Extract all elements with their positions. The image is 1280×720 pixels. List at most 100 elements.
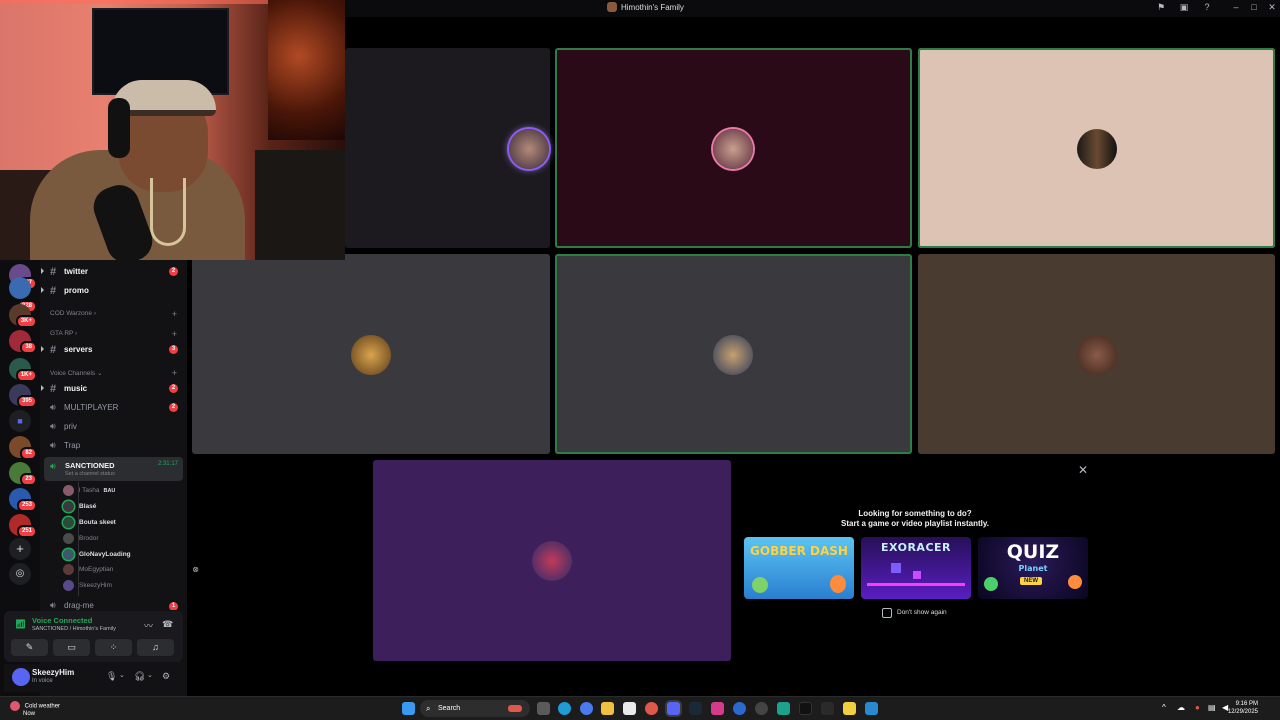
discord-icon[interactable] — [667, 702, 680, 715]
category-cod-warzone[interactable]: COD Warzone › + — [50, 309, 183, 319]
copilot-icon[interactable] — [580, 702, 593, 715]
close-icon[interactable]: ✕ — [1078, 463, 1088, 477]
chatgpt-icon[interactable] — [755, 702, 768, 715]
dont-show-again-checkbox[interactable] — [882, 608, 892, 618]
system-clock[interactable]: 9:16 PM 12/29/2025 — [1228, 700, 1258, 716]
camera-button[interactable]: ✎ — [11, 639, 48, 656]
server-icon-3[interactable]: 3K+ — [9, 304, 37, 328]
noise-suppression-icon[interactable]: 〰 — [144, 619, 153, 632]
voice-user[interactable]: GloNavyLoading — [63, 547, 131, 562]
participant-avatar — [509, 129, 549, 169]
video-tile-7[interactable] — [373, 460, 731, 661]
steam-icon[interactable] — [689, 702, 702, 715]
weather-widget[interactable]: Cold weather Now — [10, 701, 60, 717]
chrome-icon[interactable] — [645, 702, 658, 715]
video-tile-5[interactable] — [555, 254, 912, 454]
game-card-gobber-dash[interactable]: GOBBER DASH — [744, 537, 854, 599]
tiktok-icon[interactable] — [799, 702, 812, 715]
category-gta-rp[interactable]: GTA RP › + — [50, 329, 183, 339]
video-tile-6[interactable] — [918, 254, 1275, 454]
app-icon-gray[interactable] — [821, 702, 834, 715]
voice-status-title[interactable]: Voice Connected — [32, 616, 92, 625]
server-icon-10[interactable]: 251 — [9, 514, 37, 538]
add-server-icon[interactable]: + — [9, 538, 31, 560]
start-icon[interactable] — [402, 702, 415, 715]
screenshare-button[interactable]: ▭ — [53, 639, 90, 656]
soundboard-button[interactable]: ♫ — [137, 639, 174, 656]
gear-icon[interactable]: ⚙ — [162, 671, 170, 682]
activity-subheading: Start a game or video playlist instantly… — [841, 519, 989, 528]
add-channel-icon[interactable]: + — [172, 368, 177, 378]
video-tile-4[interactable] — [192, 254, 550, 454]
voice-channel-multiplayer[interactable]: 🔊︎ MULTIPLAYER 2 — [44, 399, 183, 416]
app-icon-light-blue[interactable] — [865, 702, 878, 715]
chevron-down-icon[interactable]: ⌄ — [119, 671, 125, 679]
server-icon-4[interactable]: 38 — [9, 330, 37, 354]
instagram-icon[interactable] — [711, 702, 724, 715]
file-explorer-icon[interactable] — [601, 702, 614, 715]
mic-tray-icon[interactable]: ● — [1195, 703, 1200, 712]
game-card-exoracer[interactable]: EXORACER — [861, 537, 971, 599]
video-tile-2[interactable] — [555, 48, 912, 248]
chevron-up-icon[interactable]: ^ — [1162, 703, 1166, 712]
app-icon-blue[interactable] — [733, 702, 746, 715]
username[interactable]: SkeezyHim — [32, 668, 74, 677]
add-channel-icon[interactable]: + — [172, 309, 177, 319]
channel-promo[interactable]: # promo — [41, 282, 183, 299]
maximize-button[interactable]: □ — [1247, 2, 1261, 12]
server-icon-6[interactable]: 395 — [9, 384, 37, 408]
network-icon[interactable]: ▤ — [1208, 703, 1216, 712]
server-icon-8[interactable]: 23 — [9, 462, 37, 486]
edge-icon[interactable] — [558, 702, 571, 715]
game-character — [830, 575, 846, 593]
channel-twitter[interactable]: # twitter 2 — [41, 263, 183, 280]
voice-user[interactable]: SkeezyHim — [63, 578, 112, 593]
avatar — [63, 549, 74, 560]
server-icon — [607, 2, 617, 12]
server-icon-2[interactable]: 828 — [9, 277, 37, 313]
close-window-button[interactable]: ✕ — [1265, 2, 1279, 13]
participant-avatar — [532, 541, 572, 581]
channel-servers[interactable]: # servers 3 — [41, 341, 183, 358]
weather-title: Cold weather — [24, 703, 61, 710]
window-title: Himothin's Family — [607, 2, 684, 12]
server-icon-7[interactable]: 82 — [9, 436, 37, 460]
game-card-quiz-planet[interactable]: QUIZ Planet NEW — [978, 537, 1088, 599]
app-icon-teal[interactable] — [777, 702, 790, 715]
chevron-down-icon[interactable]: ⌄ — [147, 671, 153, 679]
server-icon-9[interactable]: 253 — [9, 488, 37, 512]
set-channel-status[interactable]: Set a channel status — [65, 471, 115, 477]
cloud-icon[interactable]: ☁ — [1177, 703, 1185, 712]
sticky-notes-icon[interactable] — [843, 702, 856, 715]
voice-status-subtitle[interactable]: SANCTIONED / Himothin's Family — [32, 626, 116, 632]
microphone-icon[interactable]: 🎙︎ — [106, 671, 117, 682]
add-channel-icon[interactable]: + — [172, 329, 177, 339]
voice-user[interactable]: Blasé — [63, 499, 96, 514]
disconnect-icon[interactable]: ☎ — [162, 619, 173, 630]
help-icon[interactable]: ? — [1200, 2, 1214, 12]
store-icon[interactable] — [623, 702, 636, 715]
channel-music[interactable]: # music 2 — [41, 380, 183, 397]
category-voice-channels[interactable]: Voice Channels ⌄ + — [50, 368, 183, 378]
minimize-button[interactable]: – — [1229, 2, 1243, 12]
video-tile-1[interactable] — [345, 48, 550, 248]
voice-user[interactable]: l Tasha BAU — [63, 483, 115, 498]
inbox-icon[interactable]: ▣ — [1177, 2, 1191, 13]
voice-channel-drag-me[interactable]: 🔊︎ drag-me 1 — [44, 600, 183, 610]
avatar[interactable] — [12, 668, 30, 686]
taskbar-search[interactable]: ⌕ Search — [420, 700, 530, 717]
voice-channel-trap[interactable]: 🔊︎ Trap — [44, 437, 183, 454]
video-tile-3[interactable] — [918, 48, 1275, 248]
voice-user[interactable]: Brodor — [63, 531, 99, 546]
flag-icon[interactable]: ⚑ — [1154, 2, 1168, 13]
headphones-icon[interactable]: 🎧︎ — [134, 671, 145, 682]
task-view-icon[interactable] — [537, 702, 550, 715]
voice-channel-priv[interactable]: 🔊︎ priv — [44, 418, 183, 435]
voice-user[interactable]: MoEgyptian ⊗ — [63, 562, 199, 577]
server-icon-5[interactable]: 1K+ — [9, 358, 37, 382]
voice-user[interactable]: Bouta skeet — [63, 515, 116, 530]
folder-icon[interactable]: ■ — [9, 410, 31, 432]
activities-button[interactable]: ⁘ — [95, 639, 132, 656]
voice-channel-sanctioned[interactable]: 🔊︎ SANCTIONED 2:31:17 Set a channel stat… — [44, 457, 183, 481]
discover-icon[interactable]: ◎ — [9, 563, 31, 585]
